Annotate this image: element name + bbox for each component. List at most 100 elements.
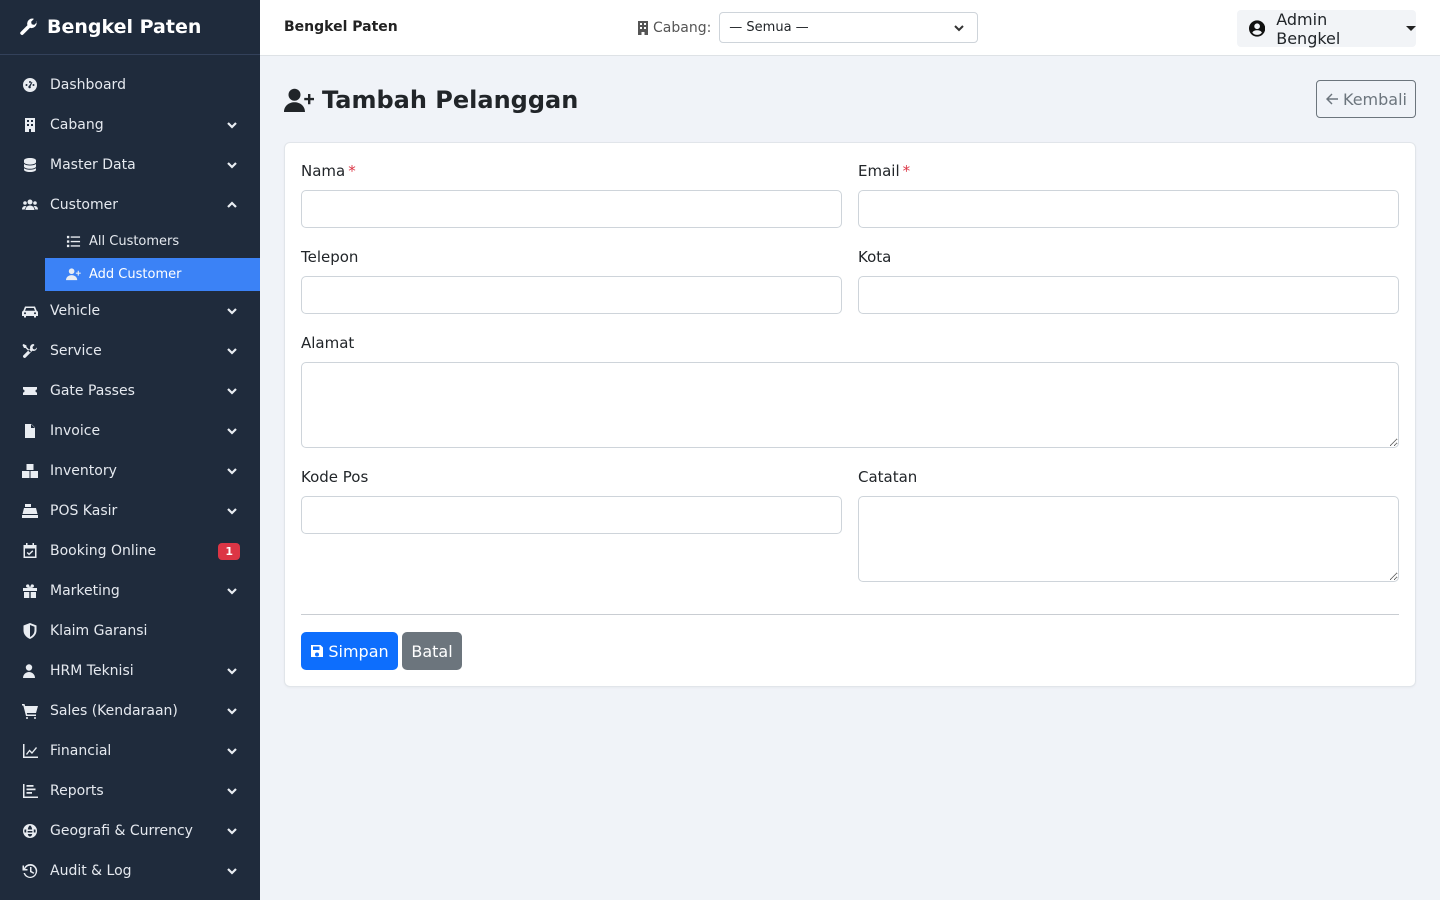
catatan-label: Catatan (858, 468, 918, 486)
main-content: Tambah Pelanggan Kembali Nama * Email * Te… (260, 56, 1440, 900)
sidebar-item-label: Klaim Garansi (50, 623, 148, 639)
chevron-up-icon (227, 201, 237, 208)
report-icon (23, 784, 38, 798)
sidebar-item-pos-kasir[interactable]: POS Kasir (0, 491, 260, 531)
user-menu-button[interactable]: Admin Bengkel (1237, 10, 1416, 48)
topbar: Bengkel Paten Cabang: — Semua — Admin Be… (260, 0, 1440, 56)
tools-icon (22, 344, 37, 358)
sidebar-item-invoice[interactable]: Invoice (0, 411, 260, 451)
submenu-item-label: All Customers (89, 234, 180, 249)
sidebar-item-vehicle[interactable]: Vehicle (0, 291, 260, 331)
sidebar-item-hrm-teknisi[interactable]: HRM Teknisi (0, 651, 260, 691)
back-button[interactable]: Kembali (1316, 80, 1416, 118)
sidebar-item-service[interactable]: Service (0, 331, 260, 371)
sidebar-item-label: Cabang (50, 117, 104, 133)
sidebar-item-customer[interactable]: Customer (0, 185, 260, 225)
sidebar-item-label: Marketing (50, 583, 120, 599)
sidebar-item-label: Booking Online (50, 543, 157, 559)
nama-label: Nama * (301, 162, 842, 180)
alamat-textarea[interactable] (301, 362, 1399, 448)
sidebar-item-label: Geografi & Currency (50, 823, 193, 839)
arrow-left-icon (1326, 93, 1338, 105)
user-circle-icon (1249, 20, 1266, 37)
users-icon (22, 199, 38, 210)
sidebar-item-label: Audit & Log (50, 863, 132, 879)
calendar-check-icon (23, 543, 37, 558)
floppy-disk-icon (311, 645, 324, 657)
telepon-input[interactable] (301, 276, 842, 314)
chevron-down-icon (227, 468, 237, 475)
field-telepon: Telepon (301, 248, 842, 314)
save-button[interactable]: Simpan (301, 632, 398, 670)
customer-form: Nama * Email * Telepon Kota Alamat Kode Po… (284, 142, 1416, 687)
building-icon (638, 20, 648, 35)
user-plus-icon (284, 88, 314, 112)
nama-input[interactable] (301, 190, 842, 228)
boxes-icon (22, 464, 38, 478)
sidebar-item-sales-kendaraan[interactable]: Sales (Kendaraan) (0, 691, 260, 731)
telepon-label: Telepon (301, 248, 359, 266)
field-catatan: Catatan (858, 468, 1399, 586)
sidebar-item-booking-online[interactable]: Booking Online 1 (0, 531, 260, 571)
sidebar-item-financial[interactable]: Financial (0, 731, 260, 771)
sidebar-item-audit-log[interactable]: Audit & Log (0, 851, 260, 891)
sidebar-item-gate-passes[interactable]: Gate Passes (0, 371, 260, 411)
sidebar-item-geografi-currency[interactable]: Geografi & Currency (0, 811, 260, 851)
gauge-icon (23, 78, 37, 92)
sidebar-item-label: Inventory (50, 463, 117, 479)
chevron-down-icon (227, 868, 237, 875)
cart-icon (22, 704, 38, 719)
branch-select[interactable]: — Semua — (719, 12, 979, 43)
sidebar-item-master-data[interactable]: Master Data (0, 145, 260, 185)
chevron-down-icon (227, 122, 237, 129)
catatan-textarea[interactable] (858, 496, 1399, 582)
ticket-icon (23, 387, 37, 395)
submenu-item-add-customer[interactable]: Add Customer (45, 258, 260, 291)
sidebar-item-label: POS Kasir (50, 503, 118, 519)
sidebar-item-reports[interactable]: Reports (0, 771, 260, 811)
sidebar-item-label: Gate Passes (50, 383, 135, 399)
wrench-icon (20, 18, 38, 35)
required-marker: * (902, 162, 911, 180)
cancel-button[interactable]: Batal (402, 632, 462, 670)
nama-label-text: Nama (301, 162, 346, 180)
customer-submenu: All Customers Add Customer (0, 225, 260, 291)
kota-input[interactable] (858, 276, 1399, 314)
branch-label: Cabang: (653, 19, 712, 36)
sidebar-item-marketing[interactable]: Marketing (0, 571, 260, 611)
sidebar-item-label: HRM Teknisi (50, 663, 134, 679)
page-title: Tambah Pelanggan (284, 86, 578, 114)
sidebar-brand-label: Bengkel Paten (47, 16, 202, 38)
sidebar-item-dashboard[interactable]: Dashboard (0, 65, 260, 105)
chevron-down-icon (227, 508, 237, 515)
email-input[interactable] (858, 190, 1399, 228)
chevron-down-icon (227, 348, 237, 355)
branch-select-value: — Semua — (729, 20, 809, 35)
chart-line-icon (23, 744, 38, 758)
kode-pos-label: Kode Pos (301, 468, 369, 486)
field-email: Email * (858, 162, 1399, 228)
sidebar-brand[interactable]: Bengkel Paten (0, 0, 260, 55)
list-icon (66, 235, 81, 248)
topbar-brand[interactable]: Bengkel Paten (284, 19, 398, 35)
back-button-label: Kembali (1343, 89, 1407, 109)
globe-icon (23, 824, 37, 838)
sidebar-item-label: Master Data (50, 157, 136, 173)
gift-icon (23, 584, 37, 598)
form-divider (301, 614, 1399, 615)
sidebar-item-cabang[interactable]: Cabang (0, 105, 260, 145)
database-icon (24, 158, 36, 172)
chevron-down-icon (227, 428, 237, 435)
submenu-item-all-customers[interactable]: All Customers (45, 225, 260, 258)
sidebar-item-inventory[interactable]: Inventory (0, 451, 260, 491)
kode-pos-input[interactable] (301, 496, 842, 534)
sidebar-item-label: Invoice (50, 423, 101, 439)
save-button-label: Simpan (328, 641, 389, 661)
branch-filter: Cabang: — Semua — (637, 12, 979, 43)
chevron-down-icon (227, 748, 237, 755)
sidebar-item-klaim-garansi[interactable]: Klaim Garansi (0, 611, 260, 651)
email-label-text: Email (858, 162, 900, 180)
chevron-down-icon (227, 788, 237, 795)
history-icon (22, 863, 38, 878)
user-gear-icon (23, 664, 35, 678)
